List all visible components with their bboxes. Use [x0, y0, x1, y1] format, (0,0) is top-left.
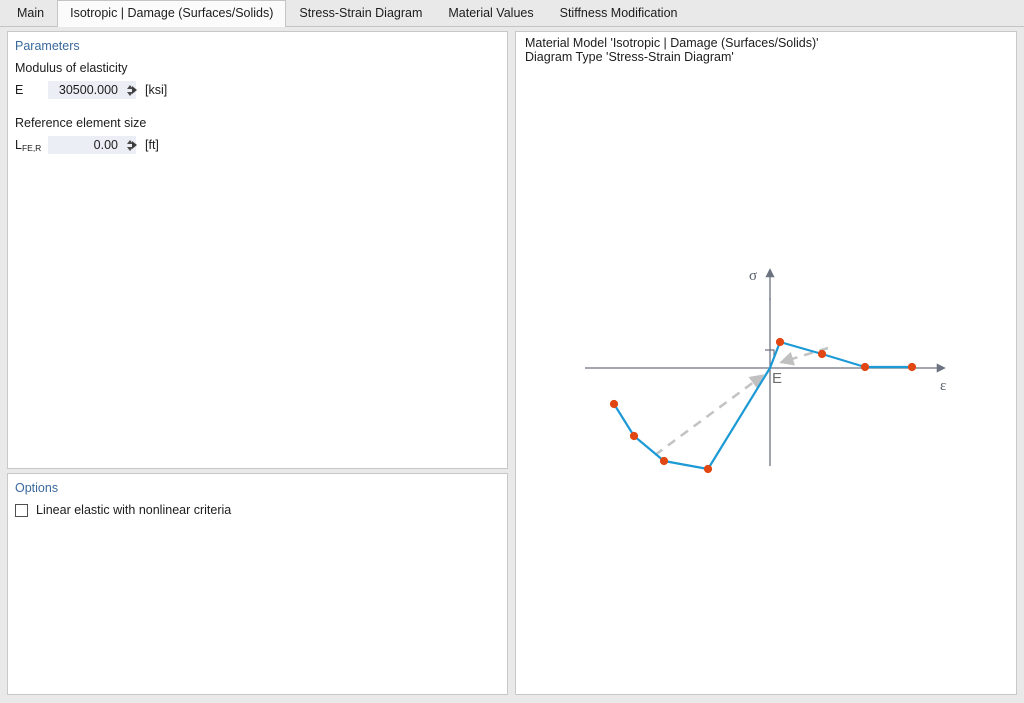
reference-element-size-more-button[interactable]: [127, 136, 141, 154]
parameters-group-title: Parameters: [15, 39, 80, 53]
options-group-title: Options: [15, 481, 59, 495]
modulus-unit-label: [ksi]: [145, 83, 168, 97]
tab-main[interactable]: Main: [4, 0, 57, 26]
data-point[interactable]: [629, 431, 639, 441]
data-point[interactable]: [907, 362, 917, 372]
stress-strain-diagram-plot: σ ε E: [585, 268, 946, 474]
diagram-unloading-guides: [654, 346, 829, 457]
reference-element-size-input[interactable]: 0.00: [48, 136, 136, 154]
chevron-right-icon: [131, 141, 137, 149]
parameters-panel: Parameters Modulus of elasticity E 30500…: [7, 31, 508, 469]
stress-strain-curve: [613, 340, 912, 471]
checkbox-box-icon: [15, 503, 28, 517]
tab-stress-strain-diagram[interactable]: Stress-Strain Diagram: [286, 0, 435, 26]
x-axis-label: ε: [940, 378, 946, 394]
modulus-of-elasticity-input[interactable]: 30500.000: [48, 81, 136, 99]
linear-elastic-nonlinear-criteria-label: Linear elastic with nonlinear criteria: [36, 503, 232, 517]
reference-element-size-symbol-label: LFE,R: [15, 138, 42, 153]
data-point[interactable]: [609, 399, 619, 409]
tab-material-values[interactable]: Material Values: [435, 0, 546, 26]
modulus-more-button[interactable]: [127, 81, 141, 99]
left-column: Parameters Modulus of elasticity E 30500…: [7, 31, 508, 695]
ref-size-symbol-main: L: [15, 138, 22, 152]
tab-isotropic-damage[interactable]: Isotropic | Damage (Surfaces/Solids): [57, 0, 287, 27]
modulus-symbol-label: E: [15, 83, 24, 97]
modulus-marker-label: E: [772, 370, 782, 387]
unloading-compression-arrow: [654, 374, 765, 457]
modulus-of-elasticity-value: 30500.000: [58, 83, 118, 97]
options-panel: Options Linear elastic with nonlinear cr…: [7, 473, 508, 695]
diagram-panel: Material Model 'Isotropic | Damage (Surf…: [515, 31, 1017, 695]
data-point[interactable]: [659, 456, 669, 466]
data-point[interactable]: [703, 464, 713, 474]
data-point[interactable]: [860, 362, 870, 372]
tab-bar: Main Isotropic | Damage (Surfaces/Solids…: [0, 0, 1024, 27]
reference-element-size-unit-label: [ft]: [145, 138, 159, 152]
reference-element-size-label: Reference element size: [15, 116, 147, 130]
y-axis-label: σ: [749, 268, 757, 284]
data-point[interactable]: [817, 349, 827, 359]
reference-element-size-value: 0.00: [93, 138, 118, 152]
chevron-right-icon: [131, 86, 137, 94]
modulus-of-elasticity-label: Modulus of elasticity: [15, 61, 128, 75]
data-point[interactable]: [775, 337, 785, 347]
tab-stiffness-modification[interactable]: Stiffness Modification: [547, 0, 691, 26]
ref-size-symbol-subscript: FE,R: [21, 143, 42, 153]
material-model-dialog: Main Isotropic | Damage (Surfaces/Solids…: [0, 0, 1024, 703]
linear-elastic-nonlinear-criteria-checkbox[interactable]: Linear elastic with nonlinear criteria: [15, 503, 231, 517]
